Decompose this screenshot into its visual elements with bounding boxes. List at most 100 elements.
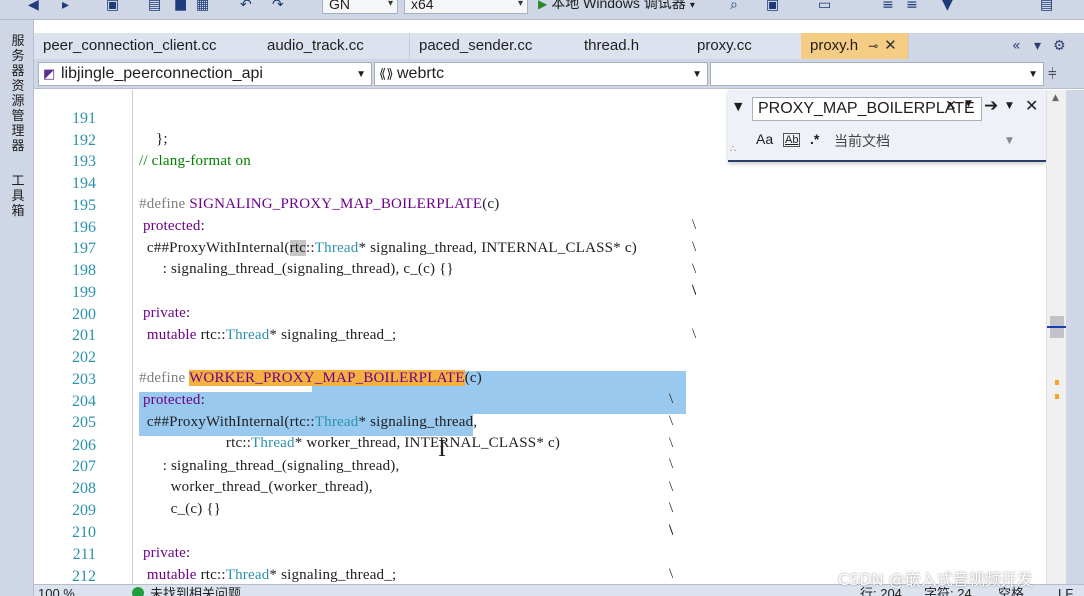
save-icon[interactable]: ■: [174, 0, 187, 14]
project-dropdown[interactable]: ◩ libjingle_peerconnection_api ▼: [38, 62, 372, 86]
right-panel-edge: [1066, 90, 1084, 584]
chevron-down-icon: ▾: [517, 0, 523, 9]
zoom-level[interactable]: 100 %: [38, 587, 75, 596]
configuration-select[interactable]: GN ▾: [322, 0, 398, 14]
code-line: 198 \: [34, 239, 1046, 299]
chevron-down-icon: ▼: [692, 69, 702, 80]
resize-grip-icon[interactable]: ∴: [730, 144, 737, 155]
namespace-icon: ⟪⟫: [379, 66, 394, 81]
chevron-down-icon: ▾: [387, 0, 393, 9]
scroll-marker: [1055, 394, 1059, 399]
tab-label: proxy.cc: [697, 37, 752, 54]
code-line: 212 mutable rtc::Thread* worker_thread_;: [34, 545, 1046, 584]
redo-icon[interactable]: ↷: [272, 0, 284, 14]
check-icon: [132, 587, 144, 596]
align-icon[interactable]: ≡: [882, 0, 894, 14]
find-in-files-icon[interactable]: ⌕: [730, 0, 738, 14]
indent-icon[interactable]: ≡: [906, 0, 918, 14]
open-icon[interactable]: ▤: [148, 0, 161, 14]
chevron-down-icon[interactable]: ▼: [965, 99, 972, 109]
chevron-down-icon: ▼: [1028, 69, 1038, 80]
undo-icon[interactable]: ↶: [240, 0, 252, 14]
vertical-scrollbar[interactable]: ▲: [1046, 90, 1067, 584]
tab-label: audio_track.cc: [267, 37, 364, 54]
save-all-icon[interactable]: ▦: [196, 0, 209, 14]
configuration-value: GN: [329, 0, 350, 12]
back-icon[interactable]: ◀: [28, 0, 39, 14]
code-line: 206 : signaling_thread_(signaling_thread…: [34, 414, 1046, 495]
close-icon[interactable]: ✕: [884, 37, 897, 54]
code-line: 204 c##ProxyWithInternal(rtc::Thread* si…: [34, 370, 1046, 451]
code-line: 196 c##ProxyWithInternal(rtc::Thread* si…: [34, 196, 1046, 277]
scope-dropdown[interactable]: ⟪⟫ webrtc ▼: [374, 62, 708, 86]
match-case-toggle[interactable]: Aa: [756, 131, 773, 147]
find-next-icon[interactable]: ➔: [984, 96, 998, 116]
settings-icon[interactable]: ⚙: [1053, 33, 1066, 59]
chevron-down-icon[interactable]: ▼: [1006, 101, 1013, 111]
document-tab-strip: peer_connection_client.cc audio_track.cc…: [34, 33, 1084, 59]
text-cursor-icon: I: [438, 436, 446, 462]
tab-proxy-h[interactable]: proxy.h ⊸ ✕: [801, 33, 909, 59]
server-explorer-tab[interactable]: 服务器资源管理器: [9, 34, 27, 154]
tab-label: paced_sender.cc: [419, 37, 533, 54]
start-debugging-button[interactable]: ▶ 本地 Windows 调试器 ▾: [538, 0, 695, 14]
tab-paced-sender[interactable]: paced_sender.cc: [410, 33, 576, 59]
clear-icon[interactable]: ✕: [945, 98, 957, 114]
watermark: CSDN @嵌入式音视频开发: [838, 570, 1033, 589]
bookmark-icon[interactable]: ▼: [942, 0, 953, 14]
main-toolbar: ◀ ▸ ▣ ▤ ■ ▦ ↶ ↷ GN ▾ x64 ▾ ▶ 本地 Windows 调…: [0, 0, 1084, 20]
issues-status[interactable]: 未找到相关问题: [150, 587, 241, 596]
play-icon: ▶: [538, 0, 548, 11]
project-icon: ◩: [43, 66, 56, 81]
code-line: 202 #define WORKER_PROXY_MAP_BOILERPLATE…: [34, 326, 1046, 407]
caret-position-marker: [1047, 326, 1067, 328]
code-line: 208 c_(c) {} \: [34, 457, 1046, 538]
tab-proxy-cc[interactable]: proxy.cc: [688, 33, 802, 59]
find-widget: ▼ PROXY_MAP_BOILERPLATE ✕ ▼ ➔ ▼ ✕ Aa Ab …: [728, 90, 1046, 162]
platform-value: x64: [411, 0, 434, 12]
chevron-down-icon: ▾: [689, 0, 695, 11]
tab-thread-h[interactable]: thread.h: [575, 33, 689, 59]
run-label: 本地 Windows 调试器: [551, 0, 686, 11]
toolbox-tab[interactable]: 工具箱: [9, 174, 27, 219]
code-line: 195 protected: \: [34, 174, 1046, 255]
code-line: 203 protected: \: [34, 348, 1046, 429]
scroll-up-icon[interactable]: ▲: [1052, 93, 1059, 103]
navigation-bar: ◩ libjingle_peerconnection_api ▼ ⟪⟫ webr…: [34, 59, 1084, 89]
overflow-tabs-icon[interactable]: «: [1012, 33, 1021, 59]
left-tool-rail: 服务器资源管理器 工具箱: [0, 20, 34, 596]
code-line: 199 private: \: [34, 261, 1046, 342]
code-line: 197 : signaling_thread_(signaling_thread…: [34, 217, 1046, 298]
code-line: 207 worker_thread_(worker_thread), \: [34, 435, 1046, 516]
platform-select[interactable]: x64 ▾: [404, 0, 528, 14]
layout-icon[interactable]: ▭: [818, 0, 831, 14]
line-ending-indicator: LF: [1058, 586, 1074, 596]
search-scope-select[interactable]: 当前文档: [834, 131, 890, 151]
chevron-down-icon[interactable]: ▼: [1006, 136, 1013, 146]
chevron-down-icon: ▼: [356, 69, 366, 80]
close-icon[interactable]: ✕: [1025, 96, 1038, 115]
split-window-icon[interactable]: ⫩: [1048, 65, 1057, 83]
tab-peer-connection-client[interactable]: peer_connection_client.cc: [34, 33, 260, 59]
pin-icon[interactable]: ⊸: [868, 39, 878, 53]
code-line: 201: [34, 304, 1046, 344]
scroll-marker: [1055, 380, 1059, 385]
code-line: 205 rtc::Thread* worker_thread, INTERNAL…: [34, 391, 1046, 472]
toggle-replace-icon[interactable]: ▼: [734, 100, 742, 113]
code-line: 210 private: \: [34, 501, 1046, 582]
forward-icon[interactable]: ▸: [62, 0, 69, 14]
screenshot-icon[interactable]: ▣: [766, 0, 779, 14]
comment-icon[interactable]: ▤: [1040, 0, 1053, 14]
tab-label: proxy.h: [810, 37, 859, 54]
scope-value: webrtc: [397, 65, 445, 82]
member-dropdown[interactable]: ▼: [710, 62, 1044, 86]
code-line: 209 \: [34, 479, 1046, 539]
whole-word-toggle[interactable]: Ab: [783, 133, 801, 147]
new-item-icon[interactable]: ▣: [106, 0, 119, 14]
tab-audio-track[interactable]: audio_track.cc: [258, 33, 410, 59]
project-value: libjingle_peerconnection_api: [61, 65, 263, 82]
code-editor[interactable]: 191 }; 192 // clang-format on 193 194 #d…: [34, 90, 1046, 584]
tab-list-dropdown-icon[interactable]: ▾: [1034, 33, 1041, 59]
regex-toggle[interactable]: .*: [810, 131, 819, 147]
code-line: 200 mutable rtc::Thread* signaling_threa…: [34, 283, 1046, 343]
